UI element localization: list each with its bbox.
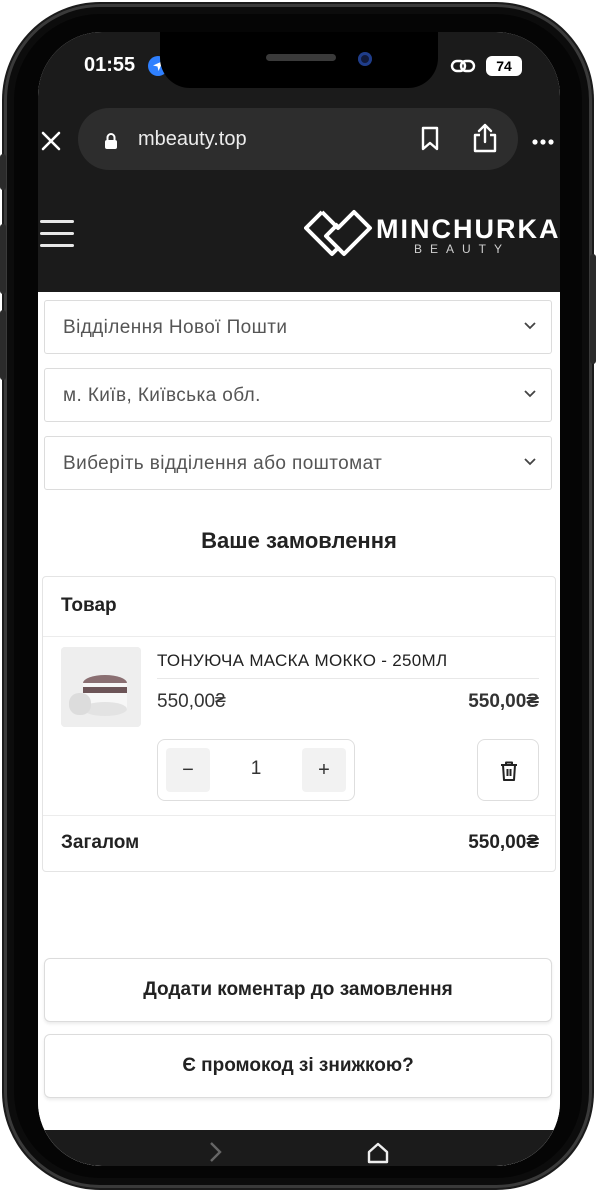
status-time: 01:55 <box>84 54 136 76</box>
product-divider <box>157 678 539 679</box>
more-icon[interactable] <box>532 132 554 150</box>
product-column-header: Товар <box>61 595 117 616</box>
battery-indicator: 74 <box>486 56 522 76</box>
close-icon[interactable] <box>40 130 62 152</box>
phone-volume-up <box>0 224 6 294</box>
checkout-content: Відділення Нової Пошти м. Київ, Київська… <box>38 292 560 1166</box>
chevron-down-icon <box>524 458 536 466</box>
remove-item-button[interactable] <box>477 739 539 801</box>
promo-code-button[interactable]: Є промокод зі знижкою? <box>44 1034 552 1098</box>
site-logo[interactable]: MINCHURKA BEAUTY <box>304 204 558 264</box>
branch-select[interactable]: Виберіть відділення або поштомат <box>44 436 552 490</box>
product-name[interactable]: ТОНУЮЧА МАСКА МОККО - 250МЛ <box>157 651 447 671</box>
order-total-label: Загалом <box>61 832 140 853</box>
delivery-method-select[interactable]: Відділення Нової Пошти <box>44 300 552 354</box>
logo-name: MINCHURKA <box>376 214 560 244</box>
city-select[interactable]: м. Київ, Київська обл. <box>44 368 552 422</box>
chevron-down-icon <box>524 390 536 398</box>
home-icon[interactable] <box>366 1140 390 1164</box>
hamburger-menu-icon[interactable] <box>40 220 74 248</box>
phone-power-button <box>590 254 596 364</box>
logo-mark-icon <box>304 210 372 256</box>
trash-icon <box>501 761 517 781</box>
quantity-decrease-button[interactable]: − <box>166 748 210 792</box>
site-header: MINCHURKA BEAUTY <box>38 200 560 292</box>
branch-placeholder: Виберіть відділення або поштомат <box>63 453 383 474</box>
bookmark-icon[interactable] <box>420 126 440 157</box>
product-price: 550,00₴ <box>157 691 226 712</box>
camera-notch <box>160 32 438 88</box>
lock-icon <box>104 132 118 155</box>
screen: 01:55 74 mbeauty.top MINCHURKA BEAUTY Ві… <box>38 32 560 1166</box>
url-text[interactable]: mbeauty.top <box>138 128 247 151</box>
delivery-method-value: Відділення Нової Пошти <box>63 317 288 338</box>
city-value: м. Київ, Київська обл. <box>63 385 261 406</box>
quantity-increase-button[interactable]: + <box>302 748 346 792</box>
logo-subtitle: BEAUTY <box>414 242 511 256</box>
front-camera <box>358 52 372 66</box>
browser-bar: mbeauty.top <box>38 104 560 200</box>
phone-side-button <box>0 154 6 190</box>
add-comment-button[interactable]: Додати коментар до замовлення <box>44 958 552 1022</box>
speaker-grille <box>266 54 336 61</box>
order-total-row: Загалом 550,00₴ <box>43 815 555 871</box>
phone-volume-down <box>0 310 6 380</box>
address-bar[interactable]: mbeauty.top <box>78 108 518 170</box>
phone-frame: 01:55 74 mbeauty.top MINCHURKA BEAUTY Ві… <box>0 4 596 1188</box>
browser-bottom-bar <box>38 1130 560 1166</box>
quantity-value[interactable]: 1 <box>234 758 278 780</box>
chevron-right-icon[interactable] <box>208 1140 224 1164</box>
order-total-value: 550,00₴ <box>468 832 539 853</box>
quantity-stepper: − 1 + <box>157 739 355 801</box>
status-bar: 01:55 74 <box>38 32 560 104</box>
share-icon[interactable] <box>472 122 498 159</box>
order-summary: Товар ТОНУЮЧА МАСКА МОККО - 250МЛ 550,00… <box>42 576 556 872</box>
link-icon <box>450 56 476 81</box>
chevron-down-icon <box>524 322 536 330</box>
order-table-header: Товар <box>43 577 555 637</box>
order-section-title: Ваше замовлення <box>201 528 397 553</box>
product-subtotal: 550,00₴ <box>468 691 539 712</box>
product-thumbnail[interactable] <box>61 647 141 727</box>
